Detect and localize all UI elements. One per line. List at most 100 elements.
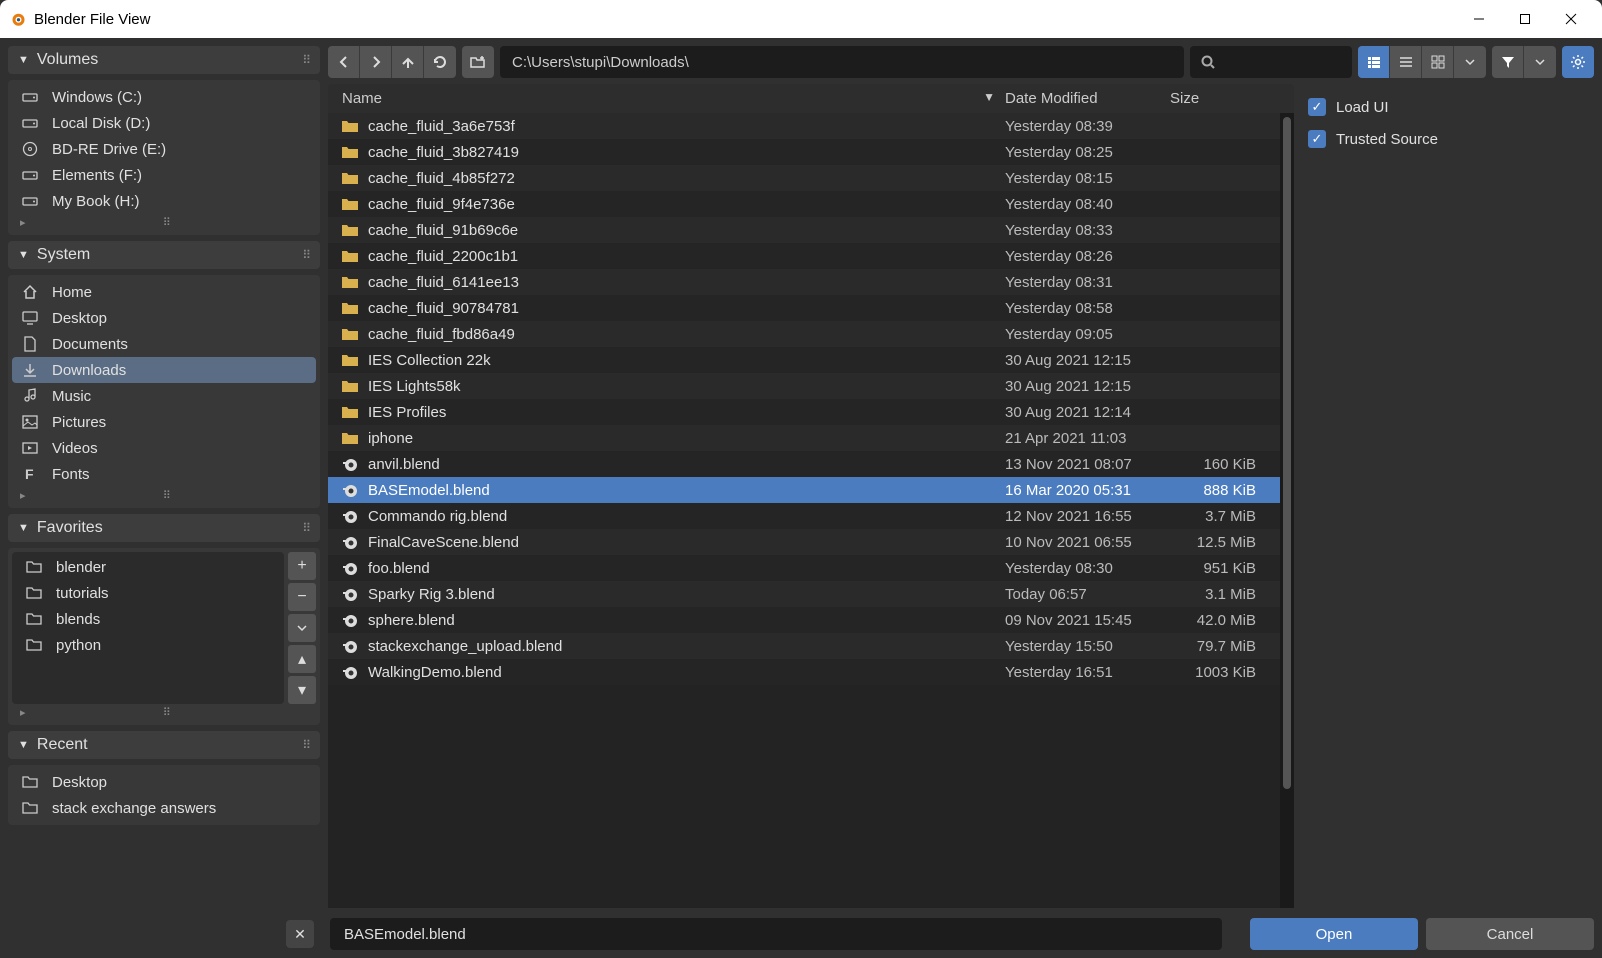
volume-item[interactable]: My Book (H:) xyxy=(12,188,316,214)
column-name[interactable]: Name▼ xyxy=(328,90,1005,107)
recent-header[interactable]: ▼ Recent ⠿ xyxy=(8,731,320,759)
close-button[interactable] xyxy=(1548,0,1594,38)
volume-item[interactable]: Local Disk (D:) xyxy=(12,110,316,136)
column-date[interactable]: Date Modified xyxy=(1005,90,1170,107)
file-row[interactable]: BASEmodel.blend 16 Mar 2020 05:31 888 Ki… xyxy=(328,477,1280,503)
system-item[interactable]: Downloads xyxy=(12,357,316,383)
file-name: BASEmodel.blend xyxy=(368,482,1005,499)
system-item[interactable]: FFonts xyxy=(12,461,316,487)
file-row[interactable]: WalkingDemo.blend Yesterday 16:51 1003 K… xyxy=(328,659,1280,685)
file-row[interactable]: Sparky Rig 3.blend Today 06:57 3.1 MiB xyxy=(328,581,1280,607)
favorite-item[interactable]: blends xyxy=(14,606,282,632)
volume-item[interactable]: BD-RE Drive (E:) xyxy=(12,136,316,162)
favorite-menu-button[interactable] xyxy=(288,614,316,642)
view-menu-button[interactable] xyxy=(1454,46,1486,78)
volume-item[interactable]: Windows (C:) xyxy=(12,84,316,110)
expand-icon[interactable]: ▸ xyxy=(20,706,26,719)
move-down-button[interactable]: ▾ xyxy=(288,676,316,704)
column-size[interactable]: Size xyxy=(1170,90,1280,107)
file-row[interactable]: IES Profiles 30 Aug 2021 12:14 xyxy=(328,399,1280,425)
list-item-label: Downloads xyxy=(52,362,126,379)
folder-icon xyxy=(338,326,362,342)
favorite-item[interactable]: blender xyxy=(14,554,282,580)
file-row[interactable]: IES Lights58k 30 Aug 2021 12:15 xyxy=(328,373,1280,399)
load-ui-checkbox[interactable]: ✓ Load UI xyxy=(1308,98,1590,116)
clear-recent-button[interactable]: ✕ xyxy=(286,920,314,948)
list-item-label: BD-RE Drive (E:) xyxy=(52,141,166,158)
grip-icon[interactable]: ⠿ xyxy=(302,248,312,262)
view-thumbnails-button[interactable] xyxy=(1422,46,1454,78)
folder-icon xyxy=(338,144,362,160)
filename-input[interactable]: BASEmodel.blend xyxy=(330,918,1222,950)
view-list-button[interactable] xyxy=(1358,46,1390,78)
up-button[interactable] xyxy=(392,46,424,78)
favorites-header[interactable]: ▼ Favorites ⠿ xyxy=(8,514,320,542)
system-item[interactable]: Pictures xyxy=(12,409,316,435)
settings-button[interactable] xyxy=(1562,46,1594,78)
maximize-button[interactable] xyxy=(1502,0,1548,38)
back-button[interactable] xyxy=(328,46,360,78)
file-row[interactable]: cache_fluid_4b85f272 Yesterday 08:15 xyxy=(328,165,1280,191)
system-item[interactable]: Home xyxy=(12,279,316,305)
file-row[interactable]: cache_fluid_91b69c6e Yesterday 08:33 xyxy=(328,217,1280,243)
grip-icon[interactable]: ⠿ xyxy=(163,489,171,502)
grip-icon[interactable]: ⠿ xyxy=(302,738,312,752)
new-folder-button[interactable] xyxy=(462,46,494,78)
grip-icon[interactable]: ⠿ xyxy=(302,53,312,67)
file-name: foo.blend xyxy=(368,560,1005,577)
scroll-thumb[interactable] xyxy=(1283,117,1291,789)
file-row[interactable]: cache_fluid_9f4e736e Yesterday 08:40 xyxy=(328,191,1280,217)
search-input[interactable] xyxy=(1190,46,1352,78)
move-up-button[interactable]: ▴ xyxy=(288,645,316,673)
file-row[interactable]: cache_fluid_3b827419 Yesterday 08:25 xyxy=(328,139,1280,165)
grip-icon[interactable]: ⠿ xyxy=(163,706,171,719)
file-row[interactable]: FinalCaveScene.blend 10 Nov 2021 06:55 1… xyxy=(328,529,1280,555)
volumes-header[interactable]: ▼ Volumes ⠿ xyxy=(8,46,320,74)
trusted-source-checkbox[interactable]: ✓ Trusted Source xyxy=(1308,130,1590,148)
filter-menu-button[interactable] xyxy=(1524,46,1556,78)
file-row[interactable]: cache_fluid_90784781 Yesterday 08:58 xyxy=(328,295,1280,321)
path-input[interactable]: C:\Users\stupi\Downloads\ xyxy=(500,46,1184,78)
file-row[interactable]: Commando rig.blend 12 Nov 2021 16:55 3.7… xyxy=(328,503,1280,529)
file-row[interactable]: cache_fluid_6141ee13 Yesterday 08:31 xyxy=(328,269,1280,295)
view-details-button[interactable] xyxy=(1390,46,1422,78)
forward-button[interactable] xyxy=(360,46,392,78)
chevron-down-icon: ▼ xyxy=(18,249,29,261)
file-row[interactable]: iphone 21 Apr 2021 11:03 xyxy=(328,425,1280,451)
file-row[interactable]: cache_fluid_2200c1b1 Yesterday 08:26 xyxy=(328,243,1280,269)
main-area: C:\Users\stupi\Downloads\ Name▼ Date Mod… xyxy=(328,46,1594,950)
recent-item[interactable]: Desktop xyxy=(12,769,316,795)
expand-icon[interactable]: ▸ xyxy=(20,489,26,502)
scrollbar[interactable] xyxy=(1280,113,1294,908)
favorites-title: Favorites xyxy=(37,519,103,537)
file-row[interactable]: IES Collection 22k 30 Aug 2021 12:15 xyxy=(328,347,1280,373)
folder-icon xyxy=(24,584,44,602)
file-row[interactable]: stackexchange_upload.blend Yesterday 15:… xyxy=(328,633,1280,659)
cancel-button[interactable]: Cancel xyxy=(1426,918,1594,950)
system-item[interactable]: Desktop xyxy=(12,305,316,331)
volume-item[interactable]: Elements (F:) xyxy=(12,162,316,188)
system-item[interactable]: Music xyxy=(12,383,316,409)
file-row[interactable]: cache_fluid_3a6e753f Yesterday 08:39 xyxy=(328,113,1280,139)
system-header[interactable]: ▼ System ⠿ xyxy=(8,241,320,269)
file-row[interactable]: foo.blend Yesterday 08:30 951 KiB xyxy=(328,555,1280,581)
file-row[interactable]: anvil.blend 13 Nov 2021 08:07 160 KiB xyxy=(328,451,1280,477)
grip-icon[interactable]: ⠿ xyxy=(302,521,312,535)
remove-favorite-button[interactable]: − xyxy=(288,583,316,611)
refresh-button[interactable] xyxy=(424,46,456,78)
grip-icon[interactable]: ⠿ xyxy=(163,216,171,229)
expand-icon[interactable]: ▸ xyxy=(20,216,26,229)
open-button[interactable]: Open xyxy=(1250,918,1418,950)
favorite-item[interactable]: python xyxy=(14,632,282,658)
filter-button[interactable] xyxy=(1492,46,1524,78)
system-item[interactable]: Videos xyxy=(12,435,316,461)
list-item-label: Local Disk (D:) xyxy=(52,115,150,132)
recent-item[interactable]: stack exchange answers xyxy=(12,795,316,821)
minimize-button[interactable] xyxy=(1456,0,1502,38)
system-item[interactable]: Documents xyxy=(12,331,316,357)
file-row[interactable]: sphere.blend 09 Nov 2021 15:45 42.0 MiB xyxy=(328,607,1280,633)
favorite-item[interactable]: tutorials xyxy=(14,580,282,606)
file-row[interactable]: cache_fluid_fbd86a49 Yesterday 09:05 xyxy=(328,321,1280,347)
file-list[interactable]: cache_fluid_3a6e753f Yesterday 08:39 cac… xyxy=(328,113,1280,908)
add-favorite-button[interactable]: + xyxy=(288,552,316,580)
